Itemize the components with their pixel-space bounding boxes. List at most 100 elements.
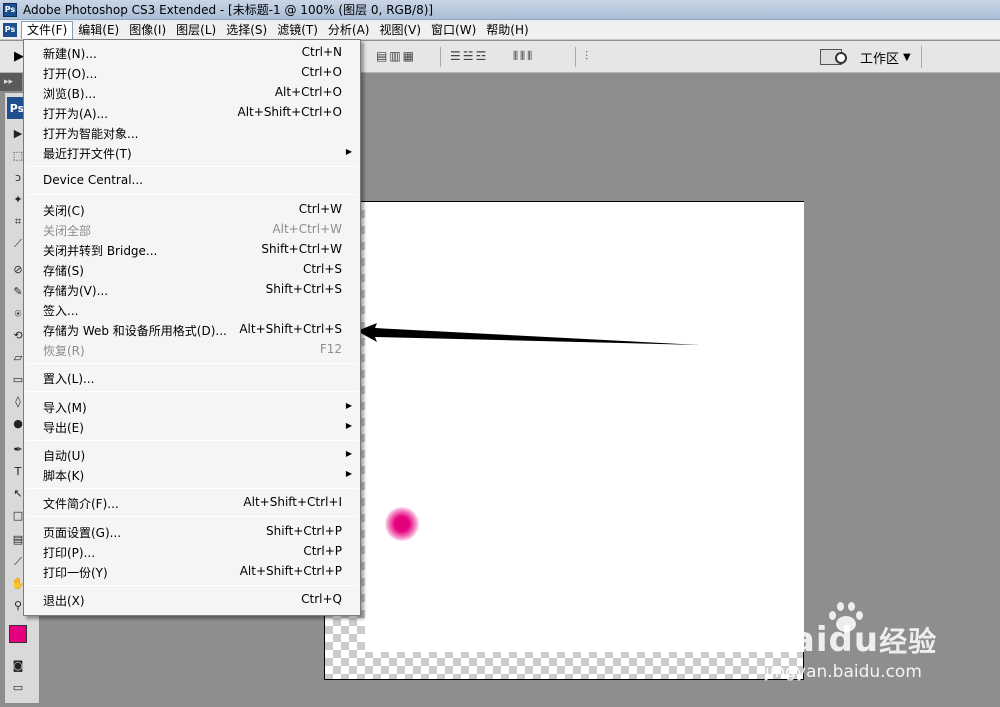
menu-item-label: 脚本(K) xyxy=(43,469,85,483)
file-menu-item-automate[interactable]: 自动(U) ▶ xyxy=(24,445,360,465)
quick-mask-icon[interactable]: ◙ xyxy=(11,659,25,673)
menu-item-shortcut: Ctrl+W xyxy=(298,201,342,216)
watermark-brand-left: Bai xyxy=(765,620,829,660)
menu-item-shortcut: Alt+Shift+Ctrl+I xyxy=(243,495,342,510)
menu-item-shortcut: Ctrl+N xyxy=(301,45,342,59)
menu-item-shortcut: Ctrl+P xyxy=(303,543,342,558)
watermark-url: jingyan.baidu.com xyxy=(765,662,922,682)
watermark-brand: Baidu经验 xyxy=(765,620,937,660)
menu-item-label: 浏览(B)... xyxy=(43,87,97,101)
baidu-watermark: Baidu经验 jingyan.baidu.com xyxy=(765,600,995,690)
file-menu-item-import[interactable]: 导入(M) ▶ xyxy=(24,397,360,417)
file-menu-item-place[interactable]: 置入(L)... xyxy=(24,368,360,388)
menu-image[interactable]: 图像(I) xyxy=(124,21,171,39)
app-menu-icon[interactable]: Ps xyxy=(3,22,17,37)
align-vertical-icons[interactable]: ▤▥▦ xyxy=(376,49,416,63)
file-menu-item-device-central[interactable]: Device Central... xyxy=(24,171,360,191)
menu-item-shortcut: Alt+Shift+Ctrl+P xyxy=(239,563,342,578)
file-menu-item-page-setup[interactable]: 页面设置(G)... Shift+Ctrl+P xyxy=(24,522,360,542)
distribute-vertical-icons[interactable]: ☰☱☲ xyxy=(450,49,488,63)
menu-separator xyxy=(26,194,358,196)
file-menu-item-browse[interactable]: 浏览(B)... Alt+Ctrl+O xyxy=(24,83,360,103)
file-menu-item-open-as-smart-object[interactable]: 打开为智能对象... xyxy=(24,123,360,143)
menu-separator xyxy=(26,439,358,441)
menu-separator xyxy=(26,516,358,518)
file-menu-item-check-in[interactable]: 签入... xyxy=(24,300,360,320)
menu-item-label: Device Central... xyxy=(43,173,143,188)
file-menu-item-close[interactable]: 关闭(C) Ctrl+W xyxy=(24,200,360,220)
menu-item-shortcut: Ctrl+Q xyxy=(301,592,342,607)
annotation-arrow xyxy=(357,323,700,345)
menu-item-label: 页面设置(G)... xyxy=(43,525,122,540)
menu-file[interactable]: 文件(F) xyxy=(21,20,74,39)
submenu-arrow-icon: ▶ xyxy=(345,420,352,430)
menu-item-label: 新建(N)... xyxy=(43,47,97,61)
file-menu-item-scripts[interactable]: 脚本(K) ▶ xyxy=(24,465,360,485)
file-menu-item-open-recent[interactable]: 最近打开文件(T) ▶ xyxy=(24,143,360,163)
photoshop-logo-icon: Ps xyxy=(3,2,17,17)
menu-item-shortcut: Alt+Ctrl+W xyxy=(272,221,342,236)
document-canvas[interactable] xyxy=(324,201,804,680)
menu-item-label: 导出(E) xyxy=(43,420,84,435)
file-menu-item-close-and-go-to-bridge[interactable]: 关闭并转到 Bridge... Shift+Ctrl+W xyxy=(24,240,360,260)
distribute-horizontal-icons[interactable]: ⫴⫴⫴ xyxy=(513,49,534,64)
menu-item-shortcut: F12 xyxy=(319,341,342,356)
file-menu-item-export[interactable]: 导出(E) ▶ xyxy=(24,417,360,437)
options-divider xyxy=(920,46,922,68)
file-menu-item-revert: 恢复(R) F12 xyxy=(24,340,360,360)
canvas-white-area xyxy=(365,202,804,652)
menu-item-label: 打开为(A)... xyxy=(43,107,109,121)
submenu-arrow-icon: ▶ xyxy=(345,449,352,458)
chevron-down-icon[interactable]: ▼ xyxy=(903,52,911,63)
menu-item-label: 打开为智能对象... xyxy=(43,127,139,141)
menu-item-label: 签入... xyxy=(43,303,79,318)
options-divider xyxy=(440,47,441,67)
toolbox-collapse-icon[interactable]: ▸▸ xyxy=(0,73,22,91)
menu-item-shortcut: Shift+Ctrl+P xyxy=(266,523,342,538)
file-menu-item-open-as[interactable]: 打开为(A)... Alt+Shift+Ctrl+O xyxy=(24,103,360,123)
submenu-arrow-icon: ▶ xyxy=(345,400,352,410)
menu-item-shortcut: Ctrl+S xyxy=(302,261,342,276)
file-menu-item-new[interactable]: 新建(N)... Ctrl+N xyxy=(24,43,360,63)
options-divider xyxy=(575,47,576,67)
menu-item-shortcut: Alt+Shift+Ctrl+O xyxy=(237,105,342,119)
menu-filter[interactable]: 滤镜(T) xyxy=(272,21,323,39)
zoom-search-icon[interactable] xyxy=(820,49,847,65)
file-menu-item-open[interactable]: 打开(O)... Ctrl+O xyxy=(24,63,360,83)
pink-brush-dot xyxy=(385,507,419,541)
file-menu-item-file-info[interactable]: 文件简介(F)... Alt+Shift+Ctrl+I xyxy=(24,493,360,513)
menu-item-label: 置入(L)... xyxy=(43,372,95,387)
menu-item-label: 存储为 Web 和设备所用格式(D)... xyxy=(43,323,227,338)
foreground-color-swatch[interactable] xyxy=(9,625,27,643)
menu-view[interactable]: 视图(V) xyxy=(374,21,426,39)
menu-item-label: 自动(U) xyxy=(43,449,86,463)
menu-item-label: 打开(O)... xyxy=(43,67,98,81)
auto-align-icon[interactable]: ⫶ xyxy=(585,49,590,64)
file-menu-item-exit[interactable]: 退出(X) Ctrl+Q xyxy=(24,590,360,610)
menu-item-shortcut: Alt+Ctrl+O xyxy=(274,85,342,99)
screen-mode-icon[interactable]: ▭ xyxy=(11,681,25,695)
file-menu-item-close-all: 关闭全部 Alt+Ctrl+W xyxy=(24,220,360,240)
menu-separator xyxy=(26,488,358,489)
menu-select[interactable]: 选择(S) xyxy=(221,21,272,39)
file-menu-item-print-one-copy[interactable]: 打印一份(Y) Alt+Shift+Ctrl+P xyxy=(24,562,360,582)
menu-item-label: 打印一份(Y) xyxy=(43,565,108,580)
menu-item-label: 打印(P)... xyxy=(43,545,96,560)
menu-window[interactable]: 窗口(W) xyxy=(426,21,481,39)
menu-edit[interactable]: 编辑(E) xyxy=(73,21,124,39)
file-menu-item-save-for-web[interactable]: 存储为 Web 和设备所用格式(D)... Alt+Shift+Ctrl+S xyxy=(24,320,360,340)
menu-item-shortcut: Ctrl+O xyxy=(301,65,342,79)
workspace-button[interactable]: 工作区 xyxy=(860,48,899,67)
file-menu-item-save[interactable]: 存储(S) Ctrl+S xyxy=(24,260,360,280)
menu-help[interactable]: 帮助(H) xyxy=(481,21,533,39)
menu-layer[interactable]: 图层(L) xyxy=(171,21,221,39)
menu-analysis[interactable]: 分析(A) xyxy=(323,21,375,39)
window-title: Adobe Photoshop CS3 Extended - [未标题-1 @ … xyxy=(23,3,434,17)
menu-item-label: 关闭并转到 Bridge... xyxy=(43,243,158,258)
file-menu-item-save-as[interactable]: 存储为(V)... Shift+Ctrl+S xyxy=(24,280,360,300)
file-menu-item-print[interactable]: 打印(P)... Ctrl+P xyxy=(24,542,360,562)
menu-separator xyxy=(26,391,358,393)
submenu-arrow-icon: ▶ xyxy=(345,147,352,156)
menu-separator xyxy=(26,362,358,364)
submenu-arrow-icon: ▶ xyxy=(345,469,352,478)
